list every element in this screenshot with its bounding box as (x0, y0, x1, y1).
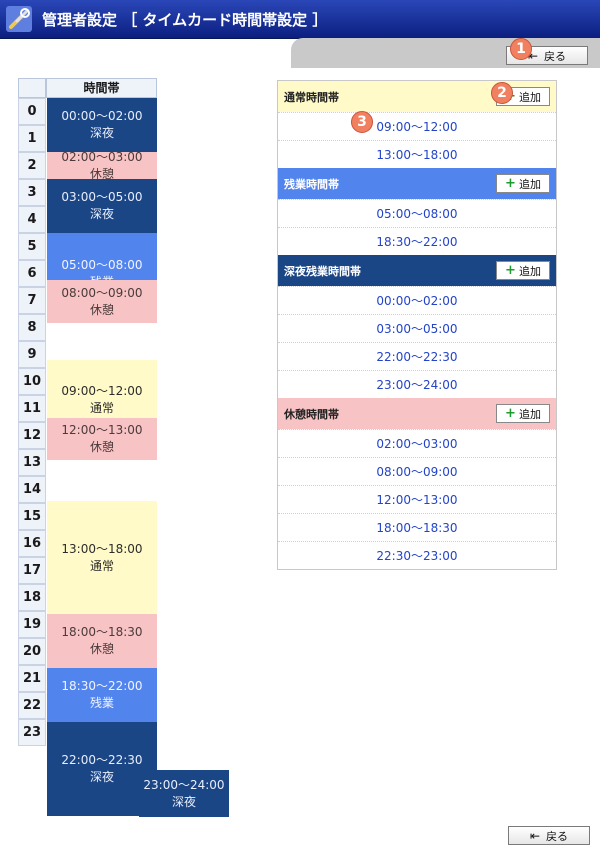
schedule-block-type: 深夜 (89, 207, 114, 221)
timeslot-link[interactable]: 23:00〜24:00 (278, 370, 556, 398)
schedule-block-type: 休憩 (89, 642, 114, 656)
schedule-block[interactable]: 12:00〜13:00 休憩 (47, 418, 157, 460)
timeslot-link[interactable]: 22:30〜23:00 (278, 541, 556, 569)
schedule-block-time: 13:00〜18:00 (61, 541, 143, 556)
section-title: 残業時間帯 (284, 177, 339, 191)
schedule-block-time: 08:00〜09:00 (61, 285, 143, 300)
schedule-block-type: 深夜 (89, 126, 114, 140)
back-arrow-icon: ⇤ (529, 828, 541, 843)
timeslot-link[interactable]: 00:00〜02:00 (278, 286, 556, 314)
hour-label: 2 (18, 152, 46, 179)
schedule-block-time: 02:00〜03:00 (61, 149, 143, 164)
schedule-block-time: 03:00〜05:00 (61, 190, 143, 204)
timeslot-link[interactable]: 12:00〜13:00 (278, 485, 556, 513)
add-button-label: 追加 (518, 407, 541, 421)
schedule-block-type: 通常 (89, 558, 114, 573)
hour-label: 21 (18, 665, 46, 692)
callout-badge-2: 2 (491, 82, 513, 104)
hour-label: 6 (18, 260, 46, 287)
plus-icon: + (505, 263, 516, 278)
schedule-block-type: 深夜 (171, 794, 196, 809)
schedule-header-gutter (18, 78, 46, 98)
timeslot-link[interactable]: 18:30〜22:00 (278, 227, 556, 255)
add-button[interactable]: +追加 (496, 404, 550, 423)
add-button-label: 追加 (518, 90, 541, 104)
timeslot-link[interactable]: 02:00〜03:00 (278, 429, 556, 457)
schedule-block-time: 22:00〜22:30 (61, 753, 143, 767)
plus-icon: + (505, 176, 516, 191)
schedule-block-time: 18:00〜18:30 (61, 625, 143, 639)
schedule-column-header: 時間帯 (46, 78, 157, 98)
hour-label: 12 (18, 422, 46, 449)
timeslot-link[interactable]: 13:00〜18:00 (278, 140, 556, 168)
timeslot-link[interactable]: 05:00〜08:00 (278, 199, 556, 227)
timeslot-link[interactable]: 08:00〜09:00 (278, 457, 556, 485)
schedule-block-time: 23:00〜24:00 (143, 777, 225, 792)
schedule-block-type: 残業 (89, 696, 114, 710)
hour-label: 13 (18, 449, 46, 476)
hour-label: 17 (18, 557, 46, 584)
timeslot-link[interactable]: 18:00〜18:30 (278, 513, 556, 541)
section-title: 深夜残業時間帯 (284, 264, 361, 278)
schedule-block[interactable]: 13:00〜18:00 通常 (47, 501, 157, 614)
schedule-block[interactable]: 23:00〜24:00 深夜 (139, 770, 229, 817)
hour-label: 11 (18, 395, 46, 422)
timeslot-link[interactable]: 22:00〜22:30 (278, 342, 556, 370)
add-button-label: 追加 (518, 177, 541, 191)
hour-label: 1 (18, 125, 46, 152)
schedule-block[interactable]: 18:30〜22:00 残業 (47, 668, 157, 722)
hour-label: 3 (18, 179, 46, 206)
title-bar: 管理者設定 ［ タイムカード時間帯設定 ］ (0, 0, 600, 39)
hour-label: 15 (18, 503, 46, 530)
hour-label: 22 (18, 692, 46, 719)
schedule-block-time: 18:30〜22:00 (61, 679, 143, 693)
timeslot-panel: 通常時間帯+追加09:00〜12:0013:00〜18:00残業時間帯+追加05… (277, 80, 557, 570)
add-button[interactable]: +追加 (496, 261, 550, 280)
hour-label: 20 (18, 638, 46, 665)
hour-label: 18 (18, 584, 46, 611)
schedule-block[interactable]: 08:00〜09:00 休憩 (47, 280, 157, 323)
schedule-block-type: 休憩 (89, 302, 114, 317)
hour-label: 14 (18, 476, 46, 503)
hour-label: 23 (18, 719, 46, 746)
hour-label: 4 (18, 206, 46, 233)
hour-label: 10 (18, 368, 46, 395)
schedule-block-time: 12:00〜13:00 (61, 423, 143, 437)
hour-label: 9 (18, 341, 46, 368)
timeslot-link[interactable]: 03:00〜05:00 (278, 314, 556, 342)
section-header: 深夜残業時間帯 + 追加 (278, 255, 556, 286)
back-button-bottom[interactable]: ⇤ 戻る (508, 826, 590, 845)
plus-icon: + (505, 406, 516, 421)
schedule-block-time: 05:00〜08:00 (61, 257, 143, 272)
hour-label: 7 (18, 287, 46, 314)
add-button[interactable]: +追加 (496, 174, 550, 193)
section-header: 通常時間帯+追加 (278, 81, 556, 112)
callout-badge-1: 1 (510, 38, 532, 60)
section-title: 休憩時間帯 (284, 407, 339, 421)
section-header: 残業時間帯 + 追加 (278, 168, 556, 199)
schedule-block[interactable]: 02:00〜03:00 休憩 (47, 149, 157, 181)
back-button-label: 戻る (546, 829, 569, 843)
page-title: 管理者設定 ［ タイムカード時間帯設定 ］ (42, 11, 328, 29)
schedule-block-time: 00:00〜02:00 (61, 109, 143, 123)
hour-label: 16 (18, 530, 46, 557)
section-title: 通常時間帯 (284, 90, 339, 104)
schedule-block[interactable]: 03:00〜05:00 深夜 (47, 179, 157, 233)
schedule-block-time: 09:00〜12:00 (61, 384, 143, 398)
hour-label: 0 (18, 98, 46, 125)
hour-label: 8 (18, 314, 46, 341)
schedule-block-type: 深夜 (89, 770, 114, 784)
timeslot-link[interactable]: 09:00〜12:00 (278, 112, 556, 140)
hour-label: 5 (18, 233, 46, 260)
section-header: 休憩時間帯 + 追加 (278, 398, 556, 429)
schedule-block[interactable]: 18:00〜18:30 休憩 (47, 614, 157, 668)
add-button-label: 追加 (518, 264, 541, 278)
back-button-label: 戻る (544, 49, 567, 63)
schedule-block-type: 通常 (89, 401, 114, 415)
schedule-block[interactable]: 00:00〜02:00 深夜 (47, 98, 157, 152)
tools-icon (6, 6, 32, 32)
schedule-block-type: 休憩 (89, 440, 114, 454)
callout-badge-3: 3 (351, 111, 373, 133)
hour-label: 19 (18, 611, 46, 638)
